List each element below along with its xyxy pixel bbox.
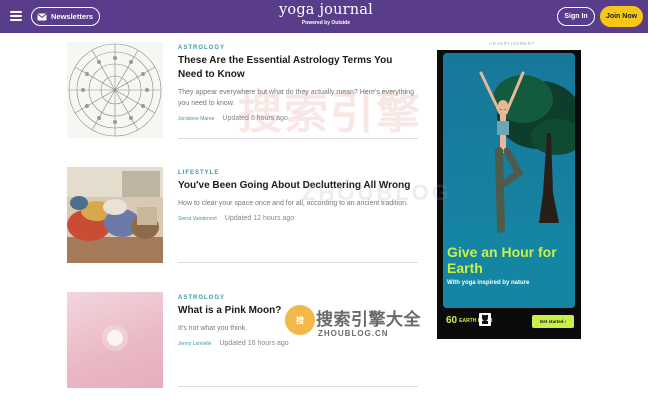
article-author[interactable]: Jenny Lamielle bbox=[178, 341, 211, 347]
article-byline: Sierra Vandervort Updated 12 hours ago bbox=[178, 215, 418, 222]
article-image-astrology-wheel[interactable] bbox=[67, 42, 163, 138]
menu-icon[interactable] bbox=[10, 11, 22, 21]
site-logo[interactable]: yoga journal Powered by Outside bbox=[276, 2, 376, 26]
article-image-decluttering[interactable] bbox=[67, 167, 163, 263]
logo-subtitle: Powered by Outside bbox=[301, 20, 351, 26]
article-timestamp: Updated 12 hours ago bbox=[224, 215, 295, 222]
watermark-small-sub: ZHOUBLOG.CN bbox=[318, 329, 389, 338]
wwf-panda-icon bbox=[479, 313, 491, 326]
watermark-small: 搜索引擎大全 bbox=[316, 310, 421, 329]
advertisement-label: ADVERTISEMENT bbox=[489, 41, 535, 46]
article-timestamp: Updated 16 hours ago bbox=[219, 340, 289, 347]
ad-get-started-button[interactable]: Get started › bbox=[532, 315, 574, 328]
article-divider bbox=[178, 386, 418, 387]
sign-in-button[interactable]: Sign In bbox=[557, 7, 595, 26]
newsletters-button[interactable]: Newsletters bbox=[31, 7, 100, 26]
newsletters-label: Newsletters bbox=[51, 12, 94, 21]
article-author[interactable]: Sierra Vandervort bbox=[178, 216, 217, 222]
article-byline: Jenny Lamielle Updated 16 hours ago bbox=[178, 340, 418, 347]
article-category[interactable]: ASTROLOGY bbox=[178, 294, 418, 302]
ad-subtext: With yoga inspired by nature bbox=[447, 280, 530, 286]
watermark-badge-icon: 搜 bbox=[285, 305, 315, 335]
article-author[interactable]: Jordanne Maree bbox=[178, 116, 214, 122]
join-now-button[interactable]: Join Now bbox=[600, 6, 643, 27]
watermark-large: 搜索引擎 bbox=[238, 89, 422, 138]
watermark-large-sub: ZHOUBLOG bbox=[302, 180, 452, 205]
article-category[interactable]: LIFESTYLE bbox=[178, 169, 418, 177]
ad-headline: Give an Hour for Earth bbox=[447, 244, 557, 276]
site-header: Newsletters yoga journal Powered by Outs… bbox=[0, 0, 648, 33]
advertisement-banner[interactable]: Give an Hour for Earth With yoga inspire… bbox=[437, 50, 581, 339]
article-category[interactable]: ASTROLOGY bbox=[178, 44, 418, 52]
article-image-pink-moon[interactable] bbox=[67, 292, 163, 388]
mail-icon bbox=[37, 13, 47, 20]
logo-text: yoga journal bbox=[279, 2, 373, 18]
earth-hour-number: 60 bbox=[446, 315, 458, 326]
article-divider bbox=[178, 262, 418, 263]
